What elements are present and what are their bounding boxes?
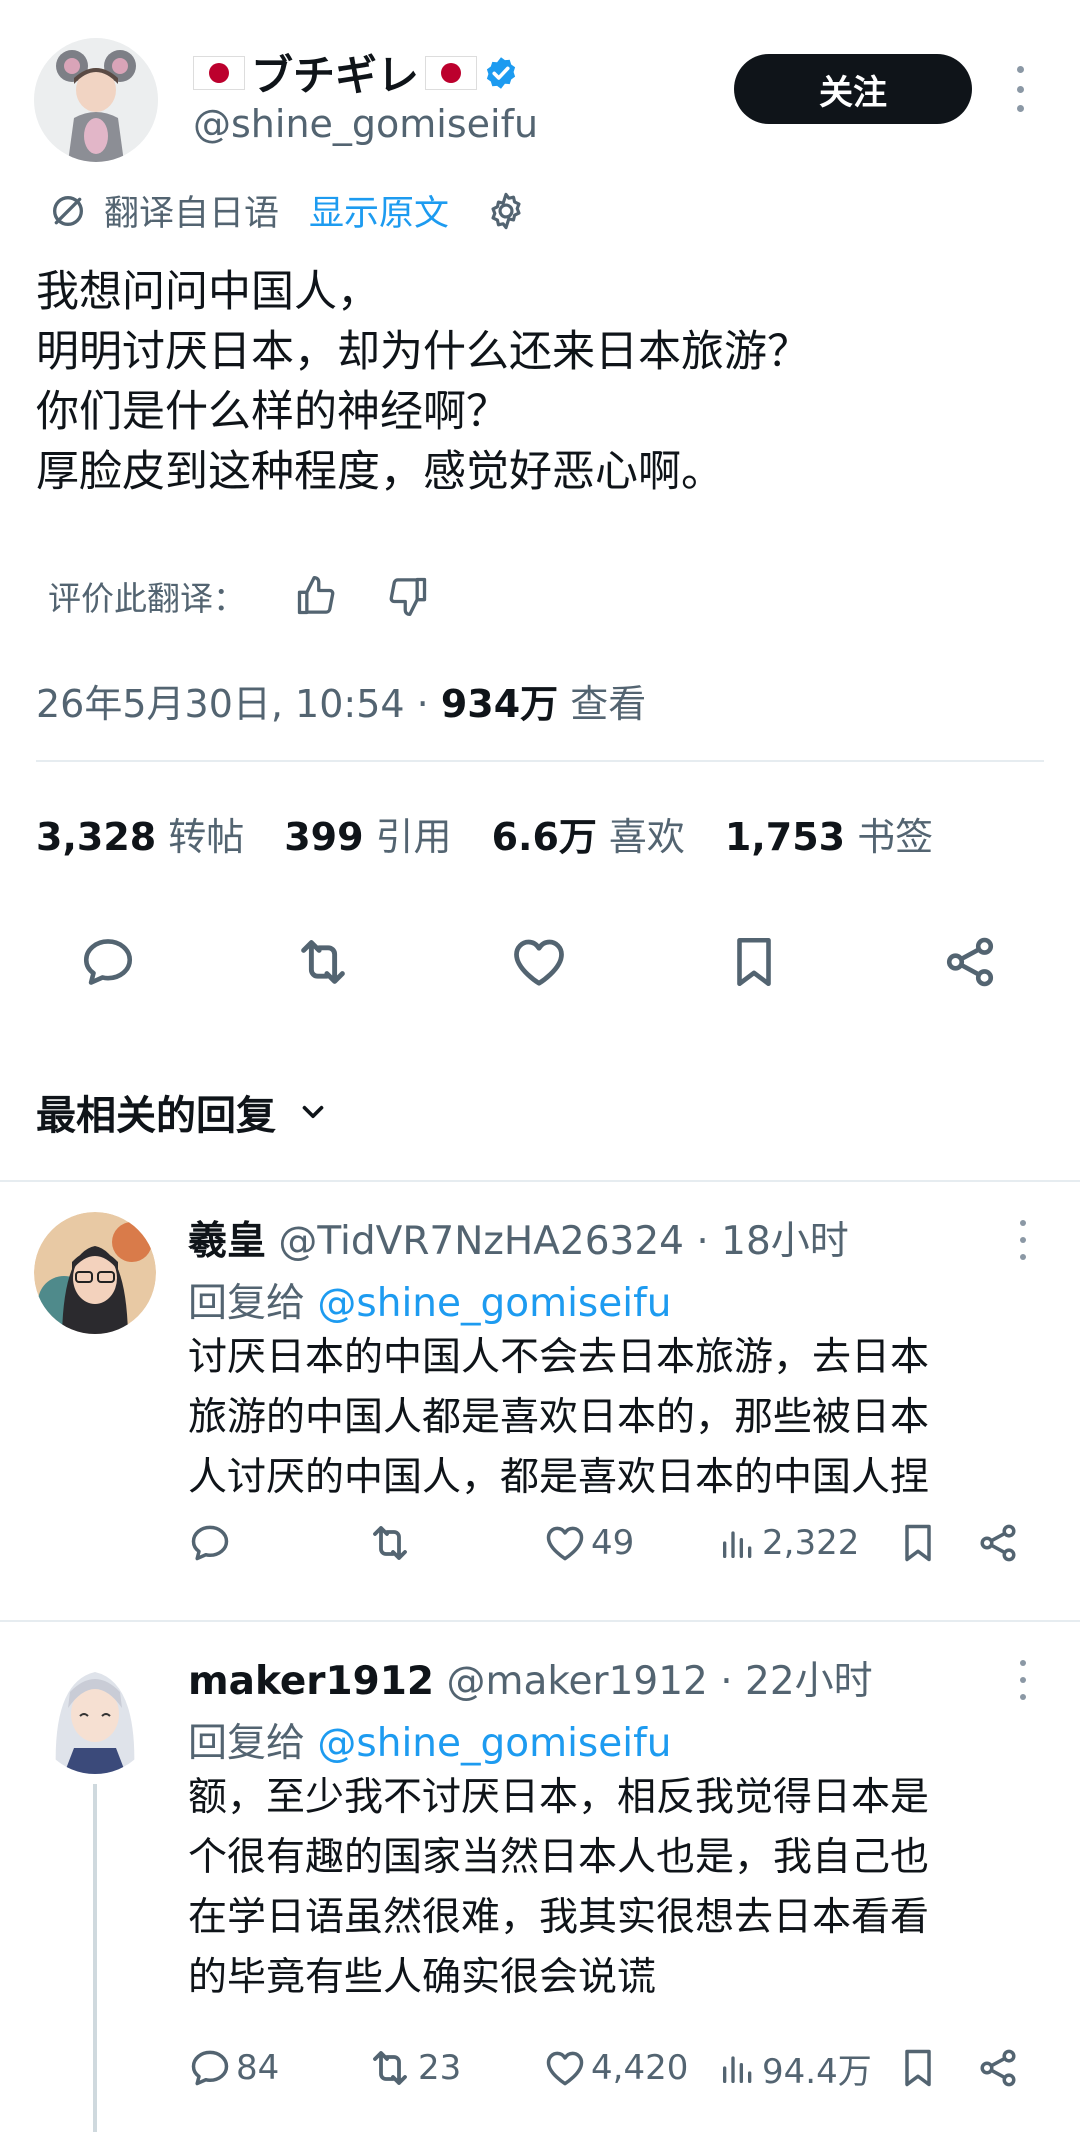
stat-likes[interactable]: 6.6万 喜欢 bbox=[492, 806, 685, 861]
reply-header: maker1912 @maker1912 · 22小时 bbox=[188, 1650, 873, 1706]
thumbs-up-icon[interactable] bbox=[294, 574, 338, 618]
replying-to-label: 回复给 bbox=[188, 1281, 318, 1326]
share-icon[interactable] bbox=[976, 2043, 1020, 2093]
more-options-icon[interactable] bbox=[1005, 66, 1035, 112]
like-icon[interactable]: 49 bbox=[543, 1518, 634, 1568]
views-count: 94.4万 bbox=[762, 2051, 872, 2092]
like-count: 49 bbox=[591, 1523, 635, 1563]
reply-icon[interactable] bbox=[76, 930, 140, 994]
share-icon[interactable] bbox=[938, 930, 1002, 994]
views-count: 934万 bbox=[440, 682, 559, 726]
tweet-text-line: 我想问问中国人， bbox=[36, 267, 380, 317]
reply-avatar[interactable] bbox=[34, 1652, 156, 1774]
retweet-icon[interactable] bbox=[291, 930, 355, 994]
reply-actions: 84 23 4,420 94.4万 bbox=[188, 2043, 1048, 2093]
reply-author-name[interactable]: 羲皇 bbox=[188, 1219, 266, 1264]
rate-translation-row: 评价此翻译： bbox=[48, 572, 430, 620]
retweet-count: 23 bbox=[418, 2048, 462, 2088]
thread-line bbox=[93, 1784, 97, 2132]
reply-header: 羲皇 @TidVR7NzHA26324 · 18小时 bbox=[188, 1210, 849, 1266]
views-icon[interactable]: 94.4万 bbox=[718, 2043, 872, 2093]
reply-time[interactable]: · 22小时 bbox=[708, 1659, 872, 1704]
views-icon[interactable]: 2,322 bbox=[718, 1518, 859, 1568]
translate-icon bbox=[53, 195, 83, 226]
reply-text: 额，至少我不讨厌日本，相反我觉得日本是 个很有趣的国家当然日本人也是，我自己也 … bbox=[188, 1775, 930, 2000]
reply-author-handle[interactable]: @TidVR7NzHA26324 bbox=[278, 1219, 684, 1264]
bookmark-icon[interactable] bbox=[896, 2043, 940, 2093]
replying-to: 回复给 @shine_gomiseifu bbox=[188, 1712, 672, 1768]
rate-translation-label: 评价此翻译： bbox=[48, 579, 246, 618]
reply-author-name[interactable]: maker1912 bbox=[188, 1659, 434, 1704]
tweet-text: 我想问问中国人， 明明讨厌日本，却为什么还来日本旅游？ 你们是什么样的神经啊？ … bbox=[36, 262, 1046, 502]
verified-badge-icon bbox=[486, 56, 516, 89]
replying-to-handle[interactable]: @shine_gomiseifu bbox=[317, 1721, 671, 1766]
tweet-meta: 26年5月30日, 10:54 · 934万 查看 bbox=[36, 673, 646, 728]
tweet-text-line: 厚脸皮到这种程度，感觉好恶心啊。 bbox=[36, 447, 724, 497]
chevron-down-icon bbox=[302, 1105, 324, 1119]
tweet-text-line: 你们是什么样的神经啊？ bbox=[36, 387, 509, 437]
views-count: 2,322 bbox=[762, 1523, 860, 1563]
reply-text: 讨厌日本的中国人不会去日本旅游，去日本 旅游的中国人都是喜欢日本的，那些被日本 … bbox=[188, 1335, 930, 1500]
like-icon[interactable] bbox=[507, 930, 571, 994]
more-options-icon[interactable] bbox=[1008, 1220, 1038, 1260]
bookmark-icon[interactable] bbox=[722, 930, 786, 994]
replying-to-handle[interactable]: @shine_gomiseifu bbox=[317, 1281, 671, 1326]
author-display-name[interactable]: ブチギレ bbox=[251, 42, 419, 103]
tweet-timestamp[interactable]: 26年5月30日, 10:54 bbox=[36, 682, 405, 726]
japan-flag-icon bbox=[425, 55, 478, 90]
reply-count: 84 bbox=[236, 2048, 280, 2088]
more-options-icon[interactable] bbox=[1008, 1660, 1038, 1700]
reply-item[interactable]: maker1912 @maker1912 · 22小时 回复给 @shine_g… bbox=[0, 1620, 1080, 2132]
reply-icon[interactable]: 84 bbox=[188, 2043, 279, 2093]
author-handle[interactable]: @shine_gomiseifu bbox=[193, 102, 538, 146]
reply-avatar[interactable] bbox=[34, 1212, 156, 1334]
like-icon[interactable]: 4,420 bbox=[543, 2043, 688, 2093]
reply-author-handle[interactable]: @maker1912 bbox=[434, 1659, 707, 1704]
tweet-text-line: 明明讨厌日本，却为什么还来日本旅游？ bbox=[36, 327, 810, 377]
replying-to-label: 回复给 bbox=[188, 1721, 318, 1766]
follow-button[interactable]: 关注 bbox=[734, 54, 972, 124]
retweet-icon[interactable] bbox=[366, 1518, 418, 1568]
gear-icon[interactable] bbox=[485, 190, 527, 232]
show-original-link[interactable]: 显示原文 bbox=[309, 185, 449, 236]
reply-sort-label[interactable]: 最相关的回复 bbox=[36, 1083, 276, 1141]
meta-separator: · bbox=[404, 682, 441, 726]
reply-icon[interactable] bbox=[188, 1518, 236, 1568]
author-avatar[interactable] bbox=[34, 38, 158, 162]
reply-sort-selector[interactable]: 最相关的回复 bbox=[36, 1083, 330, 1141]
tweet-actions bbox=[0, 930, 1080, 1000]
views-label: 查看 bbox=[558, 682, 647, 726]
replying-to: 回复给 @shine_gomiseifu bbox=[188, 1272, 672, 1328]
retweet-icon[interactable]: 23 bbox=[366, 2043, 461, 2093]
translated-from-label: 翻译自日语 bbox=[104, 194, 280, 234]
translation-bar: 翻译自日语 显示原文 bbox=[48, 185, 527, 236]
share-icon[interactable] bbox=[976, 1518, 1020, 1568]
reply-item[interactable]: 羲皇 @TidVR7NzHA26324 · 18小时 回复给 @shine_go… bbox=[0, 1180, 1080, 1620]
like-count: 4,420 bbox=[591, 2048, 689, 2088]
engagement-stats: 3,328 转帖 399 引用 6.6万 喜欢 1,753 书签 bbox=[36, 806, 973, 861]
tweet-header: ブチギレ @shine_gomiseifu 关注 bbox=[0, 0, 1080, 180]
thumbs-down-icon[interactable] bbox=[386, 574, 430, 618]
stat-bookmarks[interactable]: 1,753 书签 bbox=[725, 806, 933, 861]
bookmark-icon[interactable] bbox=[896, 1518, 940, 1568]
author-name-row[interactable]: ブチギレ bbox=[193, 42, 519, 103]
reply-actions: 49 2,322 bbox=[188, 1518, 1048, 1568]
reply-time[interactable]: · 18小时 bbox=[684, 1219, 848, 1264]
japan-flag-icon bbox=[193, 55, 245, 90]
stat-quotes[interactable]: 399 引用 bbox=[284, 806, 451, 861]
divider bbox=[36, 760, 1044, 762]
stat-reposts[interactable]: 3,328 转帖 bbox=[36, 806, 244, 861]
